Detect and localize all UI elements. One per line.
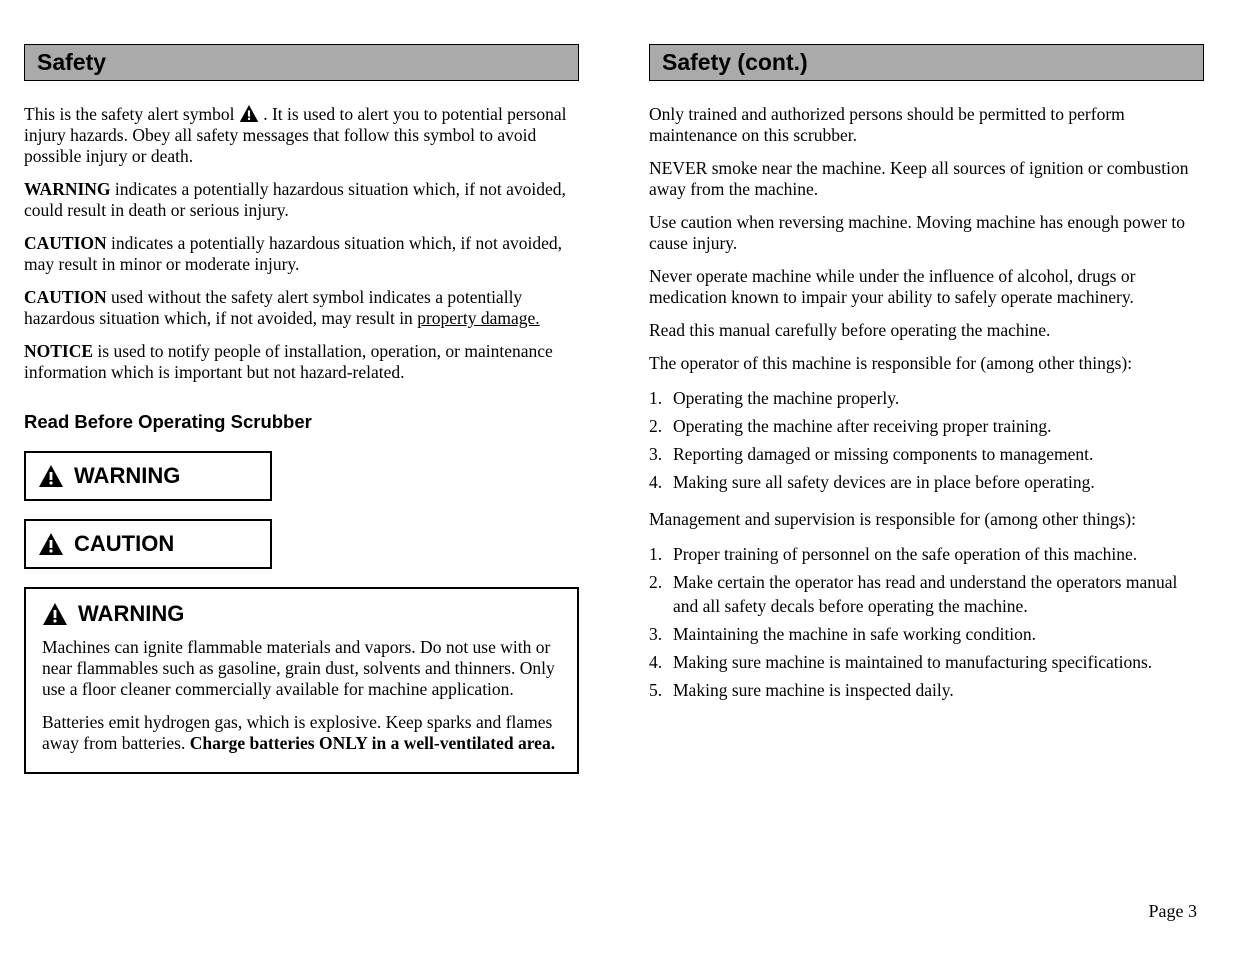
- page-number: Page 3: [1149, 901, 1198, 922]
- warning-label: WARNING: [74, 463, 180, 489]
- list-item: 3.Reporting damaged or missing component…: [649, 442, 1204, 466]
- management-list: 1.Proper training of personnel on the sa…: [649, 542, 1204, 703]
- section-title: Safety: [37, 49, 106, 76]
- caution-alert-icon: [38, 533, 64, 555]
- subhead-read-before-operating: Read Before Operating Scrubber: [24, 411, 579, 433]
- operator-list: 1.Operating the machine properly. 2.Oper…: [649, 386, 1204, 495]
- section-title: Safety (cont.): [662, 49, 808, 76]
- section-header-safety-cont: Safety (cont.): [649, 44, 1204, 81]
- signal-box-warning-wide: WARNING Machines can ignite flammable ma…: [24, 587, 579, 774]
- management-intro: Management and supervision is responsibl…: [649, 509, 1204, 530]
- operator-intro: The operator of this machine is responsi…: [649, 353, 1204, 374]
- caution-property-damage-definition: CAUTION used without the safety alert sy…: [24, 287, 579, 329]
- safety-alert-icon: [239, 105, 259, 122]
- list-item: 2.Operating the machine after receiving …: [649, 414, 1204, 438]
- notice-definition: NOTICE is used to notify people of insta…: [24, 341, 579, 383]
- list-item: 3.Maintaining the machine in safe workin…: [649, 622, 1204, 646]
- list-item: 1.Operating the machine properly.: [649, 386, 1204, 410]
- safety-intro: This is the safety alert symbol . It is …: [24, 104, 579, 774]
- section-header-safety: Safety: [24, 44, 579, 81]
- never-smoke-text: NEVER smoke near the machine. Keep all s…: [649, 158, 1204, 200]
- caution-label: CAUTION: [74, 531, 174, 557]
- right-column: Safety (cont.) Only trained and authoriz…: [649, 44, 1204, 792]
- warning-battery-text: Batteries emit hydrogen gas, which is ex…: [42, 712, 561, 754]
- warning-definition: WARNING indicates a potentially hazardou…: [24, 179, 579, 221]
- intro-alert-symbol-paragraph: This is the safety alert symbol . It is …: [24, 104, 579, 167]
- safety-cont-body: Only trained and authorized persons shou…: [649, 104, 1204, 702]
- list-item: 1.Proper training of personnel on the sa…: [649, 542, 1204, 566]
- list-item: 4.Making sure machine is maintained to m…: [649, 650, 1204, 674]
- list-item: 4.Making sure all safety devices are in …: [649, 470, 1204, 494]
- signal-box-warning: WARNING: [24, 451, 272, 501]
- maint-trained-text: Only trained and authorized persons shou…: [649, 104, 1204, 146]
- list-item: 5.Making sure machine is inspected daily…: [649, 678, 1204, 702]
- read-manual-text: Read this manual carefully before operat…: [649, 320, 1204, 341]
- signal-box-caution: CAUTION: [24, 519, 272, 569]
- reverse-caution-text: Use caution when reversing machine. Movi…: [649, 212, 1204, 254]
- warning-flammable-text: Machines can ignite flammable materials …: [42, 637, 561, 700]
- caution-definition: CAUTION indicates a potentially hazardou…: [24, 233, 579, 275]
- left-column: Safety This is the safety alert symbol .…: [24, 44, 579, 792]
- warning-alert-icon: [42, 603, 68, 625]
- warning-alert-icon: [38, 465, 64, 487]
- no-impairment-text: Never operate machine while under the in…: [649, 266, 1204, 308]
- warning-label: WARNING: [78, 601, 184, 627]
- list-item: 2.Make certain the operator has read and…: [649, 570, 1204, 618]
